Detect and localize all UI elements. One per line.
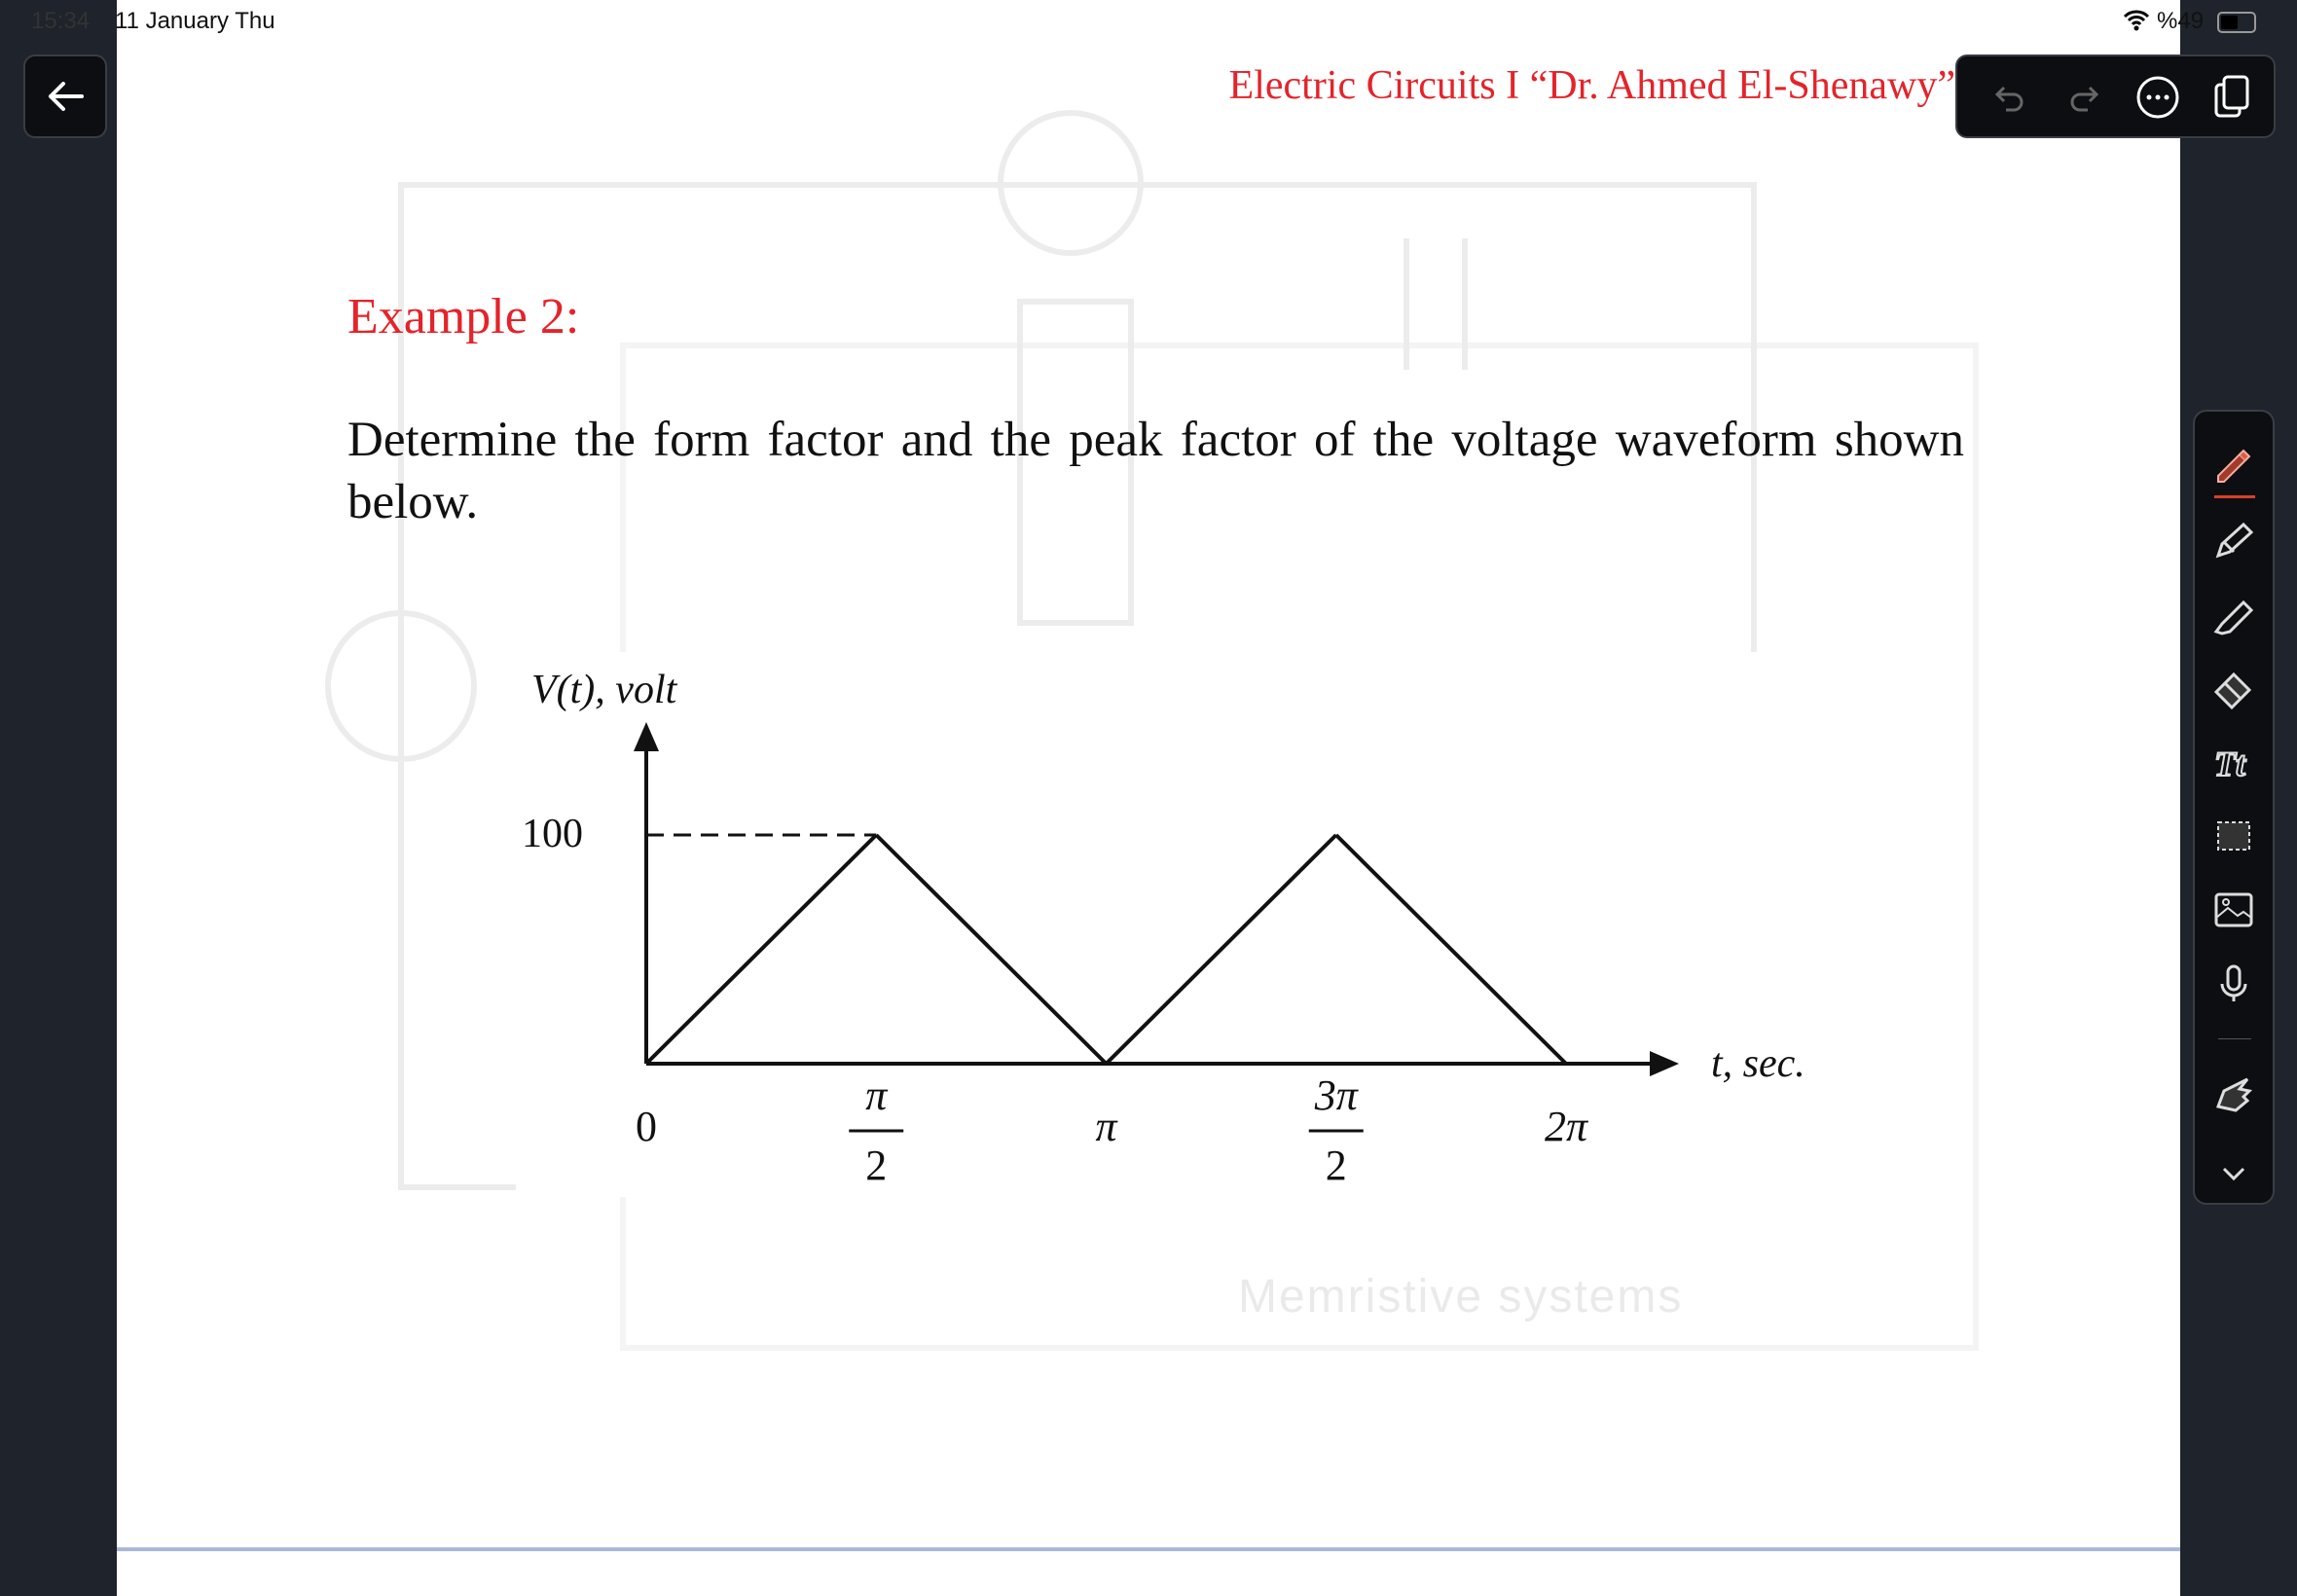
waveform-segment (1105, 833, 1338, 1066)
waveform-chart: V(t), volt t, sec. 100 0π2π3π22π (522, 668, 1805, 1189)
image-icon (2214, 892, 2253, 927)
x-tick-label: 0 (636, 1103, 657, 1150)
pen-tool[interactable] (2195, 435, 2273, 497)
page-divider (117, 1547, 2180, 1551)
eraser-icon (2213, 671, 2252, 710)
waveform-segment (644, 833, 878, 1066)
eraser-tool[interactable] (2195, 657, 2273, 719)
x-tick-label: π (1095, 1103, 1118, 1150)
hand-pointer-tool[interactable] (2195, 1064, 2273, 1126)
text-tool-tool[interactable]: Tt (2195, 731, 2273, 793)
lasso-select-icon (2217, 821, 2250, 851)
pencil-icon (2215, 522, 2254, 559)
chevron-down-tool[interactable] (2195, 1142, 2273, 1204)
x-tick-label: 2π (1545, 1103, 1589, 1150)
highlighter-tool[interactable] (2195, 583, 2273, 645)
microphone-icon (2220, 964, 2247, 1001)
svg-text:Tt: Tt (2214, 744, 2246, 783)
y-tick-label: 100 (522, 812, 583, 856)
microphone-tool[interactable] (2195, 953, 2273, 1015)
waveform-segment (1334, 833, 1568, 1066)
active-tool-indicator (2214, 495, 2255, 498)
x-tick-denominator: 2 (865, 1142, 887, 1189)
x-axis-arrow (1650, 1051, 1679, 1076)
text-tool-icon: Tt (2213, 744, 2247, 784)
hand-pointer-icon (2215, 1077, 2253, 1112)
lasso-select-tool[interactable] (2195, 805, 2273, 867)
waveform-segment (874, 833, 1108, 1066)
image-tool[interactable] (2195, 879, 2273, 941)
chevron-down-icon (2222, 1167, 2245, 1181)
x-tick-numerator: π (865, 1071, 889, 1119)
x-tick-numerator: 3π (1314, 1071, 1360, 1119)
tool-sidebar: Tt (2193, 410, 2275, 1205)
y-axis-label: V(t), volt (531, 668, 678, 712)
tool-separator (2218, 1038, 2251, 1039)
x-tick-denominator: 2 (1326, 1142, 1347, 1189)
highlighter-icon (2213, 599, 2254, 635)
x-axis-label: t, sec. (1711, 1041, 1805, 1086)
pen-icon (2217, 449, 2251, 483)
pencil-tool[interactable] (2195, 509, 2273, 571)
y-axis-arrow (634, 722, 659, 751)
